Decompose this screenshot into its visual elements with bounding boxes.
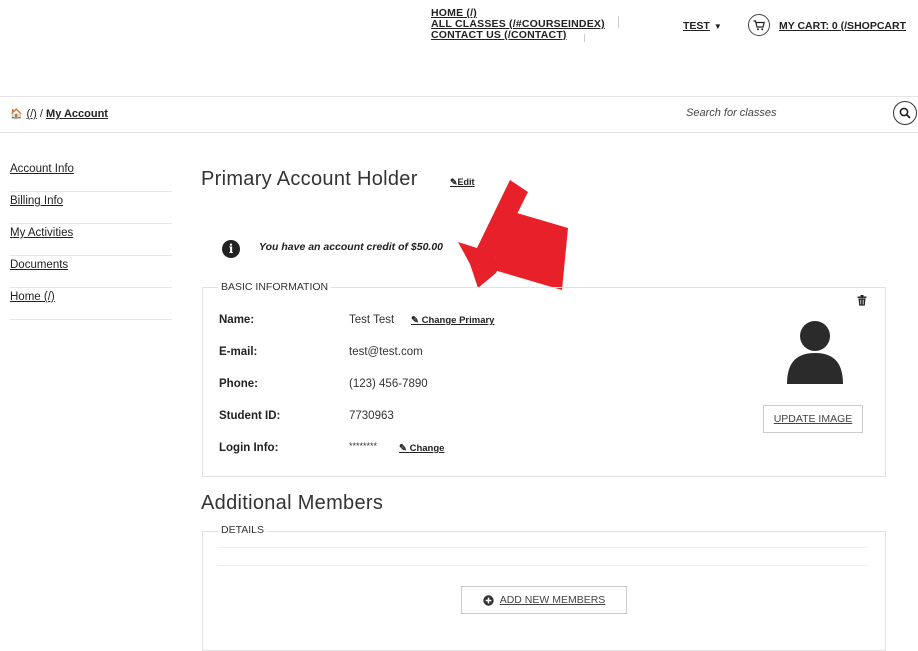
user-menu[interactable]: TEST ▼	[683, 20, 722, 32]
info-icon: i	[222, 240, 240, 258]
trash-icon[interactable]	[857, 295, 867, 306]
divider	[218, 565, 868, 566]
student-id-label: Student ID:	[219, 410, 281, 422]
sidebar-item-account-info[interactable]: Account Info	[10, 160, 172, 192]
add-new-members-button[interactable]: ADD NEW MEMBERS	[461, 586, 627, 614]
top-nav: HOME (/) ALL CLASSES (/#COURSEINDEX) CON…	[431, 8, 605, 41]
red-arrow-annotation	[458, 180, 568, 290]
details-legend: DETAILS	[218, 524, 267, 536]
user-name: TEST	[683, 20, 710, 32]
search-button[interactable]	[893, 101, 917, 125]
email-label: E-mail:	[219, 346, 258, 358]
basic-information-panel	[202, 287, 886, 477]
sidebar-item-documents[interactable]: Documents	[10, 256, 172, 288]
breadcrumb-separator: /	[39, 108, 43, 120]
change-login-link[interactable]: ✎ Change	[399, 443, 444, 454]
nav-divider	[618, 16, 619, 28]
sidebar: Account Info Billing Info My Activities …	[10, 160, 172, 320]
caret-down-icon: ▼	[713, 22, 722, 31]
page-title: Primary Account Holder	[201, 168, 418, 190]
account-credit-message: You have an account credit of $50.00	[259, 241, 444, 253]
divider	[0, 96, 918, 97]
breadcrumb-current-link[interactable]: My Account	[46, 108, 108, 120]
add-new-members-label: ADD NEW MEMBERS	[499, 594, 606, 606]
sidebar-item-my-activities[interactable]: My Activities	[10, 224, 172, 256]
additional-members-title: Additional Members	[201, 492, 384, 514]
avatar-placeholder-icon	[787, 321, 843, 384]
phone-value: (123) 456-7890	[349, 378, 428, 390]
divider	[218, 547, 868, 548]
plus-circle-icon	[483, 594, 494, 606]
login-info-label: Login Info:	[219, 442, 279, 454]
basic-information-legend: BASIC INFORMATION	[218, 281, 332, 293]
update-image-button[interactable]: UPDATE IMAGE	[763, 405, 863, 433]
nav-divider	[584, 34, 585, 42]
breadcrumb-root-link[interactable]: (/)	[26, 108, 36, 120]
sidebar-item-home[interactable]: Home (/)	[10, 288, 172, 320]
cart-glyph	[753, 19, 765, 30]
name-value: Test Test	[349, 314, 395, 326]
pencil-icon: ✎	[411, 315, 422, 326]
phone-label: Phone:	[219, 378, 258, 390]
nav-contact-link[interactable]: CONTACT US (/CONTACT)	[431, 30, 605, 41]
name-label: Name:	[219, 314, 255, 326]
student-id-value: 7730963	[349, 410, 394, 422]
sidebar-item-billing-info[interactable]: Billing Info	[10, 192, 172, 224]
divider	[0, 132, 918, 133]
change-primary-label: Change Primary	[421, 315, 495, 326]
email-value: test@test.com	[349, 346, 423, 358]
search-icon	[899, 107, 911, 119]
my-cart-link[interactable]: MY CART: 0 (/SHOPCART	[779, 20, 906, 32]
change-primary-link[interactable]: ✎ Change Primary	[411, 315, 494, 326]
change-login-label: Change	[409, 443, 445, 454]
home-icon[interactable]: 🏠	[10, 109, 22, 120]
shopping-cart-icon[interactable]	[748, 14, 770, 36]
login-info-value: ********	[349, 441, 378, 451]
breadcrumb: 🏠 (/) / My Account	[10, 108, 108, 120]
search-input[interactable]: Search for classes	[686, 107, 776, 119]
pencil-icon: ✎	[399, 443, 410, 454]
